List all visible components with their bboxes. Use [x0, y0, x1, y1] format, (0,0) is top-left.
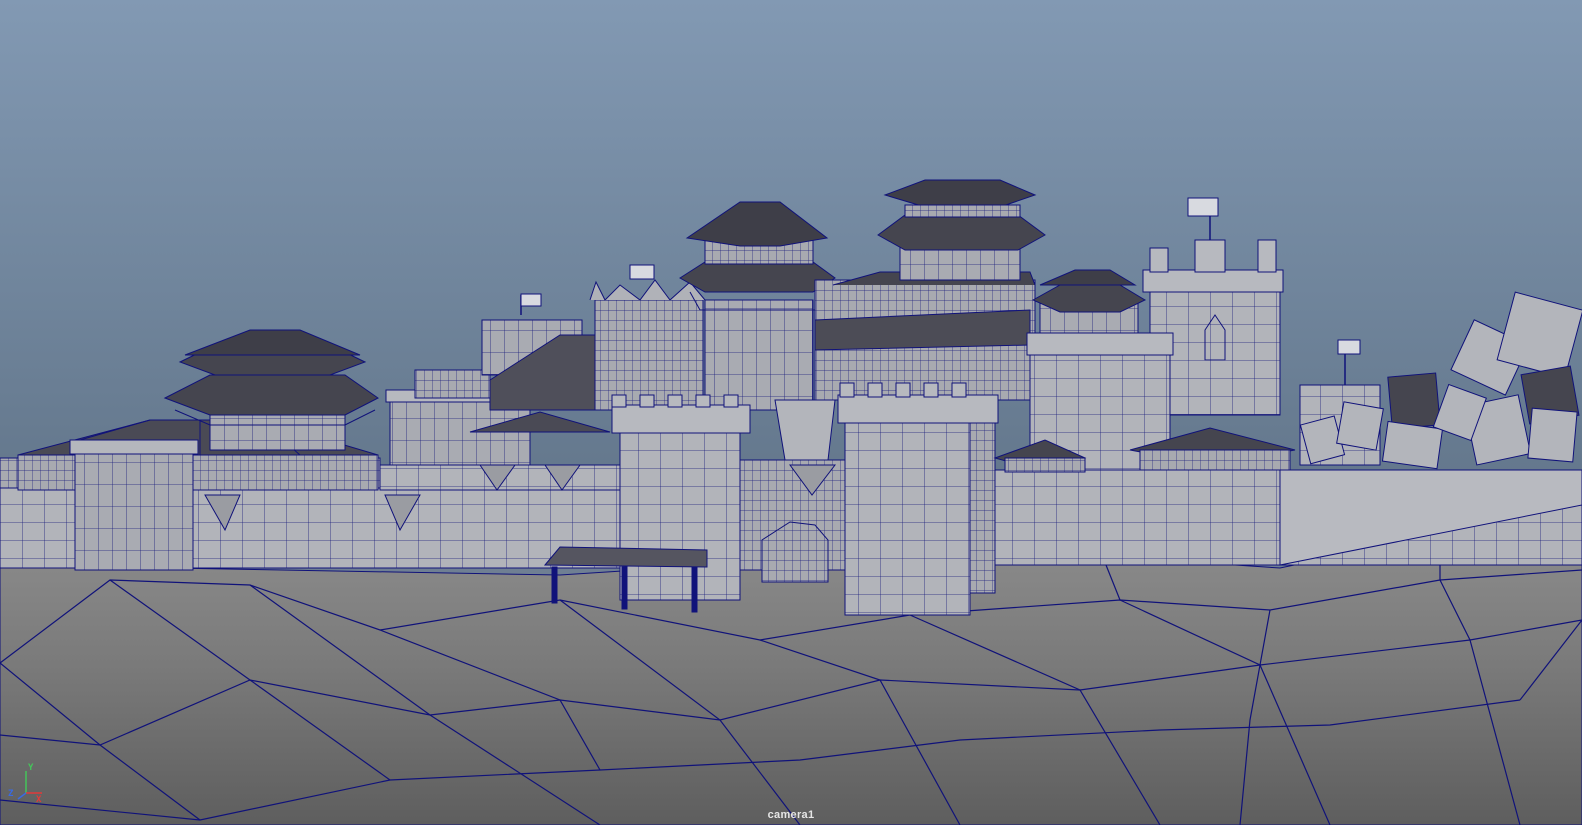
- left-round-tower: [74, 447, 194, 571]
- axis-gizmo: Y Z X: [6, 763, 46, 805]
- castle-wireframe-scene[interactable]: [0, 0, 1582, 825]
- tallest-tower: [877, 179, 1046, 281]
- axis-x-label: X: [36, 795, 42, 805]
- front-right-tower: [837, 382, 999, 616]
- left-gatehouse: [17, 454, 379, 491]
- small-block: [414, 369, 491, 399]
- front-left-tower: [611, 394, 751, 601]
- maya-viewport[interactable]: Y Z X camera1: [0, 0, 1582, 825]
- axis-y-label: Y: [28, 763, 34, 773]
- axis-z-label: Z: [8, 789, 14, 799]
- camera-name-label: camera1: [767, 809, 815, 821]
